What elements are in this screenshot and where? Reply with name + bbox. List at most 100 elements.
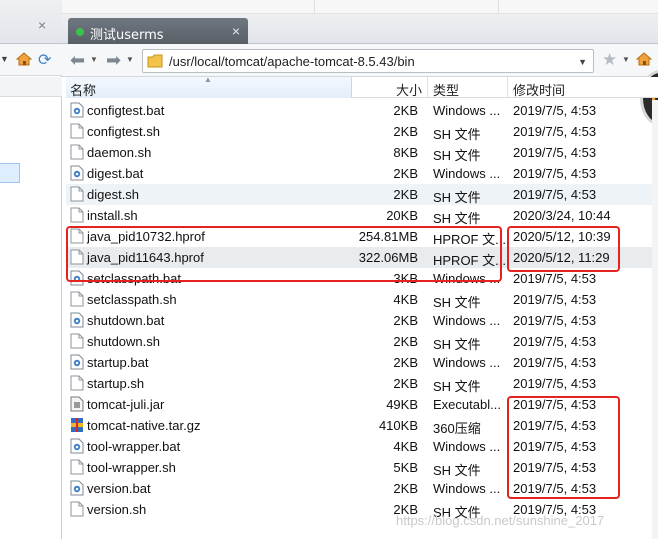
file-size: 8KB (393, 145, 418, 160)
file-row[interactable]: setclasspath.bat 3KB Windows ... 2019/7/5, … (66, 268, 658, 289)
file-row[interactable]: shutdown.sh 2KB SH 文件 2019/7/5, 4:53 (66, 331, 658, 352)
address-bar[interactable]: /usr/local/tomcat/apache-tomcat-8.5.43/b… (142, 49, 594, 73)
column-separator[interactable] (427, 77, 428, 98)
left-column-header (0, 77, 62, 97)
file-row[interactable]: setclasspath.sh 4KB SH 文件 2019/7/5, 4:53 (66, 289, 658, 310)
bookmark-star-icon[interactable]: ★ (602, 50, 617, 70)
file-modified: 2019/7/5, 4:53 (513, 418, 597, 433)
address-dropdown-icon[interactable]: ▼ (578, 57, 587, 67)
file-modified: 2019/7/5, 4:53 (513, 145, 597, 160)
left-tab-close-icon[interactable]: × (38, 17, 46, 33)
file-type: SH 文件 (433, 379, 481, 394)
column-header-name[interactable]: 名称 (70, 80, 96, 99)
file-row[interactable]: version.bat 2KB Windows ... 2019/7/5, 4:53 (66, 478, 658, 499)
file-name: setclasspath.sh (87, 292, 177, 307)
file-size: 2KB (393, 376, 418, 391)
file-modified: 2019/7/5, 4:53 (513, 481, 597, 496)
file-row[interactable]: tool-wrapper.sh 5KB SH 文件 2019/7/5, 4:53 (66, 457, 658, 478)
home-icon[interactable] (16, 52, 32, 66)
file-type: 360压缩 (433, 421, 481, 436)
file-row[interactable]: java_pid10732.hprof 254.81MB HPROF 文... 202… (66, 226, 658, 247)
left-selected-item[interactable] (0, 163, 20, 183)
file-row[interactable]: java_pid11643.hprof 322.06MB HPROF 文... 202… (66, 247, 658, 268)
left-toolbar: ▼ ⟳ (0, 44, 62, 76)
file-type: SH 文件 (433, 148, 481, 163)
bat-file-icon (70, 165, 84, 181)
left-pane: × ▼ ⟳ (0, 0, 62, 539)
file-type: Executabl... (433, 397, 501, 412)
file-list: configtest.bat 2KB Windows ... 2019/7/5, 4:… (66, 100, 658, 520)
file-size: 5KB (393, 460, 418, 475)
file-type: Windows ... (433, 481, 501, 496)
forward-arrow-icon[interactable]: ➡ (106, 51, 121, 69)
sort-ascending-icon: ▲ (204, 75, 212, 84)
file-modified: 2020/3/24, 10:44 (513, 208, 611, 223)
file-row[interactable]: tomcat-juli.jar 49KB Executabl... 2019/7/5,… (66, 394, 658, 415)
file-size: 322.06MB (358, 250, 418, 265)
file-type: Windows ... (433, 439, 501, 454)
close-tab-icon[interactable]: × (232, 23, 240, 39)
file-row[interactable]: startup.bat 2KB Windows ... 2019/7/5, 4:53 (66, 352, 658, 373)
file-modified: 2019/7/5, 4:53 (513, 355, 597, 370)
file-row[interactable]: tomcat-native.tar.gz 410KB 360压缩 2019/7/5, … (66, 415, 658, 436)
left-tabstrip: × (0, 0, 62, 44)
back-arrow-icon[interactable]: ⬅ (70, 51, 85, 69)
column-header-modified[interactable]: 修改时间 (513, 80, 565, 99)
left-dropdown-icon[interactable]: ▼ (0, 54, 9, 64)
file-type: Windows ... (433, 103, 501, 118)
bookmark-caret-icon[interactable]: ▼ (622, 55, 630, 64)
file-row[interactable]: digest.bat 2KB Windows ... 2019/7/5, 4:53 (66, 163, 658, 184)
file-row[interactable]: daemon.sh 8KB SH 文件 2019/7/5, 4:53 (66, 142, 658, 163)
file-row[interactable]: tool-wrapper.bat 4KB Windows ... 2019/7/5, … (66, 436, 658, 457)
bat-file-icon (70, 480, 84, 496)
text-file-icon (70, 186, 84, 202)
file-modified: 2019/7/5, 4:53 (513, 187, 597, 202)
watermark: https://blog.csdn.net/sunshine_2017 (396, 513, 605, 528)
file-row[interactable]: digest.sh 2KB SH 文件 2019/7/5, 4:53 (66, 184, 658, 205)
refresh-icon[interactable]: ⟳ (38, 50, 51, 70)
bat-file-icon (70, 312, 84, 328)
address-path: /usr/local/tomcat/apache-tomcat-8.5.43/b… (169, 54, 415, 69)
vertical-scrollbar[interactable] (652, 100, 658, 539)
file-row[interactable]: install.sh 20KB SH 文件 2020/3/24, 10:44 (66, 205, 658, 226)
file-modified: 2020/5/12, 11:29 (513, 250, 610, 265)
home-icon[interactable] (636, 52, 652, 66)
file-size: 4KB (393, 439, 418, 454)
column-header-type[interactable]: 类型 (433, 80, 459, 99)
file-modified: 2019/7/5, 4:53 (513, 124, 597, 139)
file-name: install.sh (87, 208, 138, 223)
file-size: 254.81MB (358, 229, 418, 244)
file-type: Windows ... (433, 313, 501, 328)
column-header-size[interactable]: 大小 (396, 80, 422, 99)
text-file-icon (70, 207, 84, 223)
text-file-icon (70, 291, 84, 307)
file-row[interactable]: shutdown.bat 2KB Windows ... 2019/7/5, 4:53 (66, 310, 658, 331)
file-row[interactable]: configtest.sh 2KB SH 文件 2019/7/5, 4:53 (66, 121, 658, 142)
file-name: shutdown.bat (87, 313, 165, 328)
file-size: 49KB (386, 397, 418, 412)
file-name: setclasspath.bat (87, 271, 181, 286)
file-modified: 2019/7/5, 4:53 (513, 439, 597, 454)
file-modified: 2019/7/5, 4:53 (513, 313, 597, 328)
jar-file-icon (70, 396, 84, 412)
file-modified: 2019/7/5, 4:53 (513, 292, 597, 307)
column-separator[interactable] (507, 77, 508, 98)
session-tab[interactable]: 测试userms × (68, 18, 248, 45)
file-name: java_pid10732.hprof (87, 229, 205, 244)
file-row[interactable]: configtest.bat 2KB Windows ... 2019/7/5, 4:… (66, 100, 658, 121)
forward-history-caret-icon[interactable]: ▼ (126, 55, 134, 64)
file-modified: 2019/7/5, 4:53 (513, 166, 597, 181)
file-modified: 2019/7/5, 4:53 (513, 376, 597, 391)
back-history-caret-icon[interactable]: ▼ (90, 55, 98, 64)
tab-bar: 测试userms × (62, 14, 658, 45)
file-modified: 2019/7/5, 4:53 (513, 271, 597, 286)
file-type: SH 文件 (433, 211, 481, 226)
file-name: daemon.sh (87, 145, 152, 160)
bat-file-icon (70, 354, 84, 370)
file-modified: 2019/7/5, 4:53 (513, 103, 597, 118)
file-name: version.sh (87, 502, 147, 517)
file-row[interactable]: startup.sh 2KB SH 文件 2019/7/5, 4:53 (66, 373, 658, 394)
file-type: SH 文件 (433, 337, 481, 352)
file-size: 2KB (393, 481, 418, 496)
file-name: configtest.bat (87, 103, 165, 118)
